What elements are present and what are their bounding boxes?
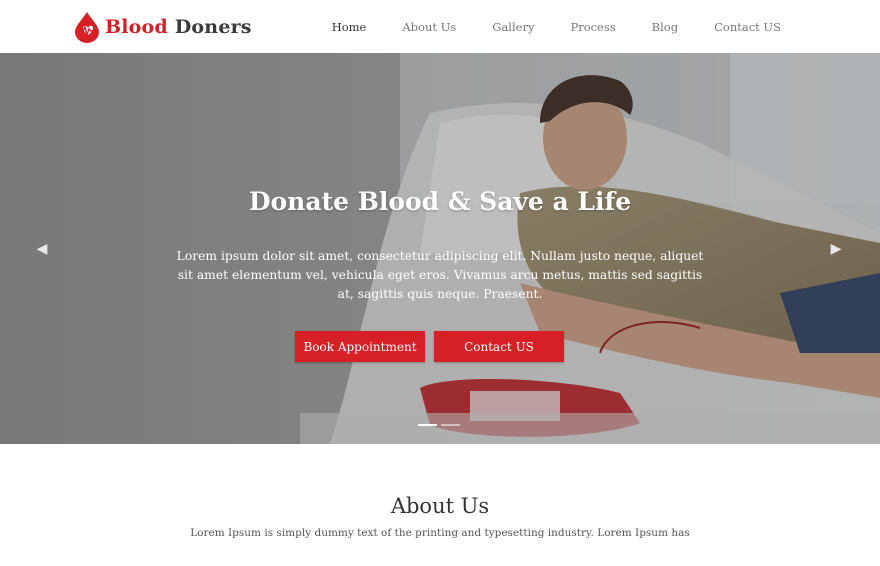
book-appointment-button[interactable]: Book Appointment: [295, 331, 425, 362]
nav-blog[interactable]: Blog: [652, 20, 678, 34]
carousel-indicators: [418, 424, 460, 426]
blood-drop-heart-icon: [73, 11, 103, 43]
nav-about-us[interactable]: About Us: [402, 20, 456, 34]
brand-name: Blood Doners: [105, 16, 252, 38]
hero-carousel: Donate Blood & Save a Life Lorem ipsum d…: [0, 53, 880, 444]
main-nav: Home About Us Gallery Process Blog Conta…: [332, 0, 781, 53]
carousel-prev-button[interactable]: ◀: [32, 239, 52, 259]
hero-description: Lorem ipsum dolor sit amet, consectetur …: [176, 249, 704, 301]
site-header: Blood Doners Home About Us Gallery Proce…: [0, 0, 880, 54]
carousel-indicator-1[interactable]: [418, 424, 437, 426]
carousel-indicator-2[interactable]: [441, 424, 460, 426]
chevron-right-icon: ▶: [830, 241, 842, 257]
carousel-next-button[interactable]: ▶: [826, 239, 846, 259]
hero-title: Donate Blood & Save a Life: [248, 187, 632, 216]
chevron-left-icon: ◀: [36, 241, 48, 257]
nav-process[interactable]: Process: [570, 20, 615, 34]
brand-word-doners: Doners: [174, 16, 252, 38]
contact-us-button[interactable]: Contact US: [434, 331, 564, 362]
brand-word-blood: Blood: [105, 16, 168, 38]
about-section-text: Lorem Ipsum is simply dummy text of the …: [190, 527, 690, 539]
nav-contact-us[interactable]: Contact US: [714, 20, 781, 34]
nav-home[interactable]: Home: [332, 20, 367, 34]
nav-gallery[interactable]: Gallery: [492, 20, 534, 34]
about-section-title: About Us: [390, 494, 490, 518]
brand-logo[interactable]: Blood Doners: [73, 10, 252, 44]
